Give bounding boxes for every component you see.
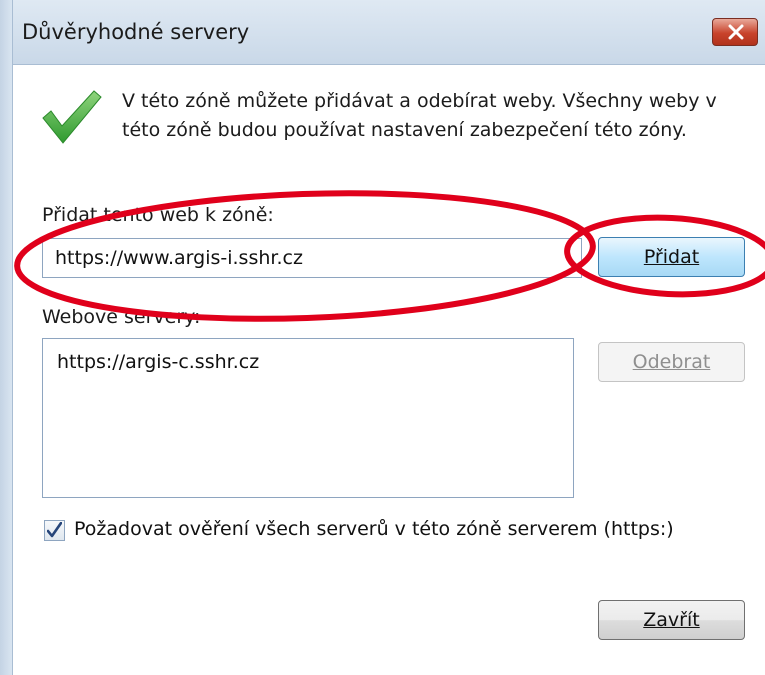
add-site-label: Přidat tento web k zóně:	[42, 204, 274, 226]
remove-button-label: Odebrat	[632, 351, 711, 373]
web-servers-label: Webové servery:	[42, 306, 201, 328]
close-window-button[interactable]	[712, 18, 758, 46]
trusted-sites-dialog: Důvěryhodné servery V této zóně můžete p…	[0, 0, 765, 675]
list-item[interactable]: https://argis-c.sshr.cz	[57, 351, 259, 373]
add-button-label: Přidat	[643, 246, 700, 268]
remove-button[interactable]: Odebrat	[598, 342, 745, 382]
web-servers-list[interactable]: https://argis-c.sshr.cz	[42, 338, 574, 498]
close-button[interactable]: Zavřít	[598, 600, 745, 640]
window-title: Důvěryhodné servery	[22, 20, 250, 44]
check-icon	[42, 90, 102, 144]
add-button[interactable]: Přidat	[598, 237, 745, 277]
close-icon	[728, 24, 744, 40]
checkmark-icon	[47, 522, 62, 538]
require-https-label[interactable]: Požadovat ověření všech serverů v této z…	[74, 518, 674, 540]
require-https-checkbox[interactable]	[44, 520, 65, 541]
site-url-input[interactable]	[42, 238, 582, 278]
window-frame-left	[0, 0, 13, 675]
zone-info-text: V této zóně můžete přidávat a odebírat w…	[122, 90, 717, 141]
close-button-label: Zavřít	[643, 609, 700, 631]
title-bar[interactable]: Důvěryhodné servery	[0, 0, 765, 65]
